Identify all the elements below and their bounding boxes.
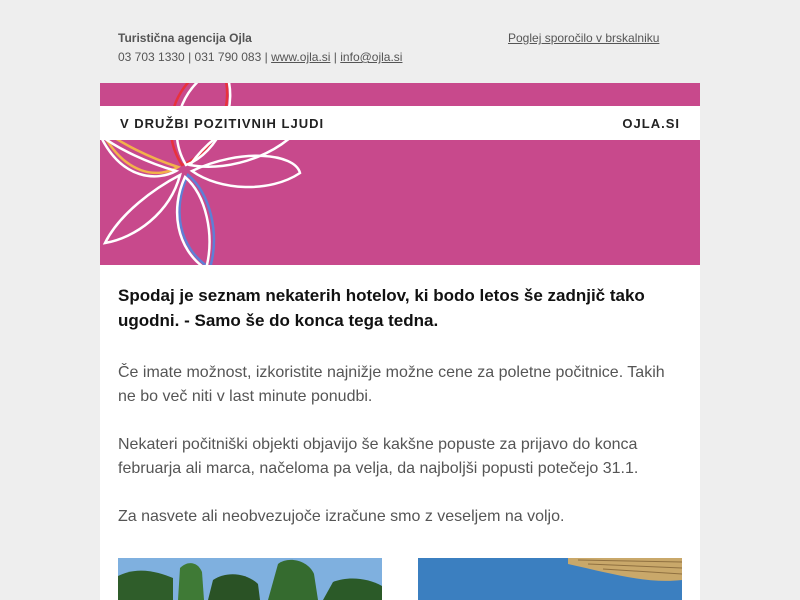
email-card: V DRUŽBI POZITIVNIH LJUDI OJLA.SI Spodaj… <box>100 83 700 600</box>
brand-label: OJLA.SI <box>622 115 680 131</box>
paragraph-2: Nekateri počitniški objekti objavijo še … <box>118 436 639 477</box>
header-banner: V DRUŽBI POZITIVNIH LJUDI OJLA.SI <box>100 83 700 265</box>
paragraph-3: Za nasvete ali neobvezujoče izračune smo… <box>118 508 565 525</box>
website-link[interactable]: www.ojla.si <box>271 50 330 64</box>
tagline-strip: V DRUŽBI POZITIVNIH LJUDI OJLA.SI <box>100 106 700 140</box>
paragraph-1: Če imate možnost, izkoristite najnižje m… <box>118 364 665 405</box>
separator: | <box>188 50 192 64</box>
email-viewport: Turistična agencija Ojla 03 703 1330 | 0… <box>0 0 800 600</box>
hotel-image-2[interactable] <box>418 558 682 600</box>
beach-umbrella-image <box>418 558 682 600</box>
separator: | <box>264 50 268 64</box>
trees-image <box>118 558 382 600</box>
contact-block: Turistična agencija Ojla 03 703 1330 | 0… <box>118 29 402 67</box>
view-in-browser-link[interactable]: Poglej sporočilo v brskalniku <box>508 31 659 45</box>
separator: | <box>333 50 337 64</box>
phone-1: 03 703 1330 <box>118 50 185 64</box>
email-link[interactable]: info@ojla.si <box>340 50 402 64</box>
tagline: V DRUŽBI POZITIVNIH LJUDI <box>120 115 325 131</box>
email-body: Spodaj je seznam nekaterih hotelov, ki b… <box>118 283 682 553</box>
hotel-image-1[interactable] <box>118 558 382 600</box>
phone-2: 031 790 083 <box>194 50 262 64</box>
view-in-browser: Poglej sporočilo v brskalniku <box>508 29 659 48</box>
agency-name: Turistična agencija Ojla <box>118 31 252 45</box>
headline: Spodaj je seznam nekaterih hotelov, ki b… <box>118 286 645 330</box>
